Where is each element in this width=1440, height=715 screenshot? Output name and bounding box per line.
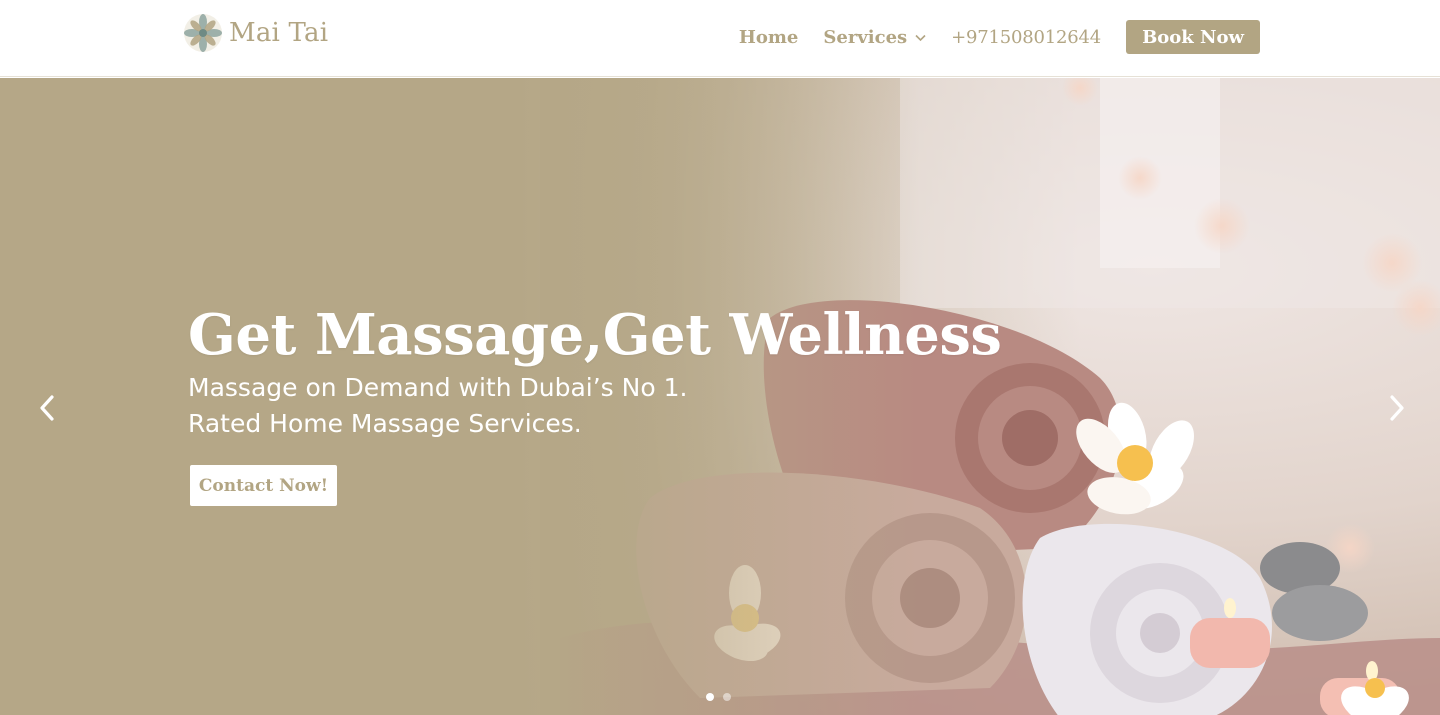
hero-subtitle-line-1: Massage on Demand with Dubai’s No 1. xyxy=(188,373,688,402)
chevron-left-icon xyxy=(40,395,54,421)
slider-dot-1[interactable] xyxy=(706,693,714,701)
chevron-down-icon xyxy=(915,31,926,45)
nav-item-phone[interactable]: +971508012644 xyxy=(951,27,1101,48)
chevron-right-icon xyxy=(1390,395,1404,421)
site-header: Mai Tai Home Services +971508012644 Book… xyxy=(0,0,1440,77)
brand-logo[interactable]: Mai Tai xyxy=(183,13,328,53)
nav-item-services-label: Services xyxy=(823,26,908,48)
slider-next-button[interactable] xyxy=(1382,388,1412,428)
slider-pagination xyxy=(706,693,731,701)
slider-dot-2[interactable] xyxy=(723,693,731,701)
lotus-mandala-icon xyxy=(184,14,222,52)
book-now-button[interactable]: Book Now xyxy=(1126,20,1260,54)
nav-item-home[interactable]: Home xyxy=(739,27,799,48)
hero-title: Get Massage,Get Wellness xyxy=(188,302,1002,368)
hero-subtitle: Massage on Demand with Dubai’s No 1. Rat… xyxy=(188,370,788,442)
contact-now-button[interactable]: Contact Now! xyxy=(190,465,337,506)
brand-name: Mai Tai xyxy=(229,18,329,48)
hero-subtitle-line-2: Rated Home Massage Services. xyxy=(188,409,582,438)
hero-slider: Get Massage,Get Wellness Massage on Dema… xyxy=(0,78,1440,715)
nav-item-services[interactable]: Services xyxy=(823,27,926,48)
main-nav: Home Services +971508012644 Book Now xyxy=(739,20,1260,54)
slider-prev-button[interactable] xyxy=(32,388,62,428)
